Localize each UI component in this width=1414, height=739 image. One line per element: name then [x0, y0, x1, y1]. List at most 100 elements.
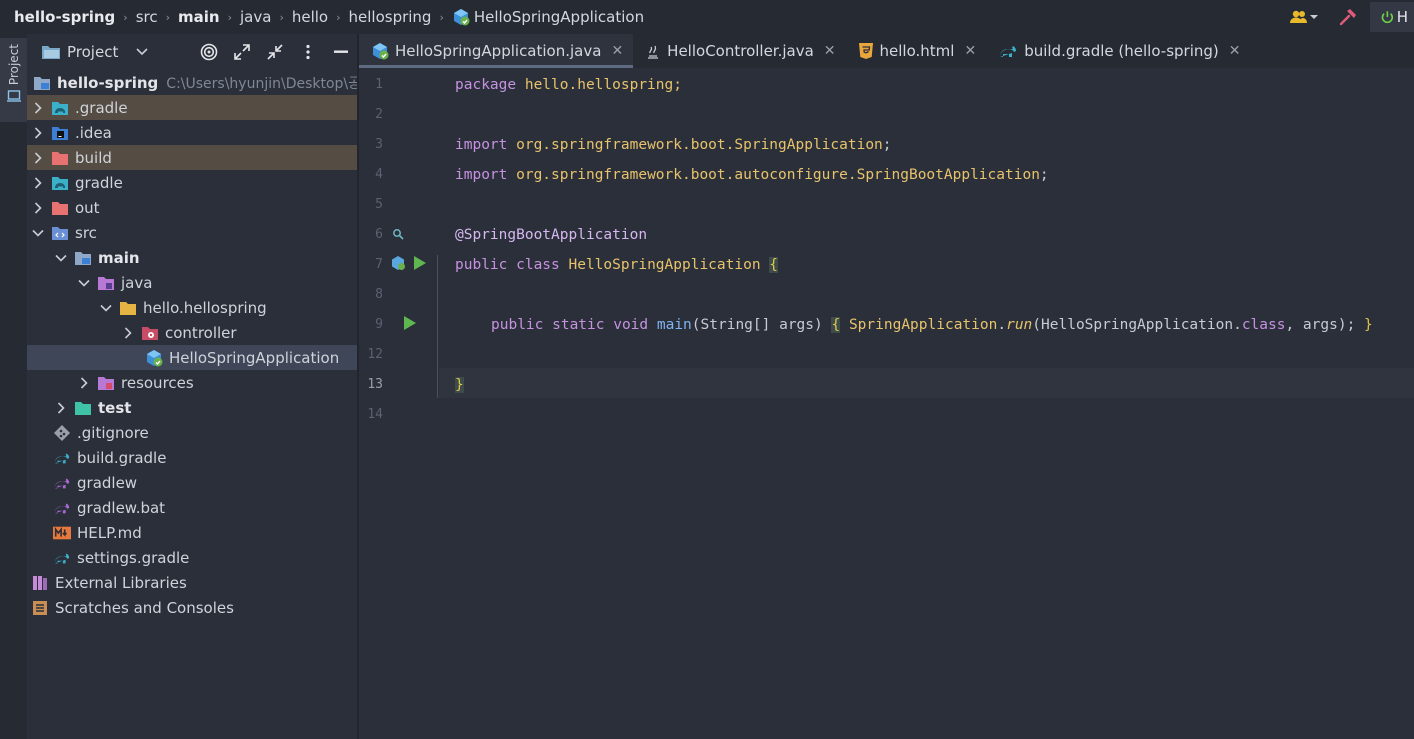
controller-folder-icon — [141, 324, 159, 342]
tree-item-label: HELP.md — [77, 523, 142, 542]
options-button[interactable] — [291, 34, 324, 70]
project-view-title[interactable]: Project — [67, 43, 118, 61]
tree-item-dot-idea[interactable]: .idea — [27, 120, 357, 145]
tab-hello-html[interactable]: hello.html ✕ — [846, 34, 987, 68]
chevron-down-icon[interactable] — [77, 270, 91, 295]
code-line-4: import org.springframework.boot.autoconf… — [455, 167, 1049, 183]
breadcrumb-separator-icon: › — [279, 10, 284, 24]
close-icon[interactable]: ✕ — [824, 43, 836, 59]
tab-build-gradle[interactable]: build.gradle (hello-spring) ✕ — [986, 34, 1250, 68]
idea-folder-icon — [51, 124, 69, 142]
tree-item-gradlew-bat[interactable]: gradlew.bat — [27, 495, 357, 520]
tree-item-label: gradlew.bat — [77, 498, 166, 517]
editor-gutter: 1 2 3 4 5 6 7 8 9 12 13 14 — [359, 68, 437, 739]
chevron-right-icon[interactable] — [121, 320, 135, 345]
tree-item-label: main — [98, 248, 140, 267]
line-number: 4 — [375, 167, 383, 182]
tree-item-external-libraries[interactable]: External Libraries — [27, 570, 357, 595]
run-configuration-selector[interactable]: H — [1370, 2, 1414, 32]
tree-item-build-gradle[interactable]: build.gradle — [27, 445, 357, 470]
tree-item-src[interactable]: src — [27, 220, 357, 245]
collaboration-button[interactable] — [1286, 0, 1326, 34]
resources-folder-icon — [97, 374, 115, 392]
breadcrumb-item-main[interactable]: main — [178, 8, 220, 26]
chevron-down-icon[interactable] — [54, 245, 68, 270]
chevron-right-icon[interactable] — [31, 170, 45, 195]
tab-hellospringapplication[interactable]: HelloSpringApplication.java ✕ — [359, 34, 634, 68]
tab-label: HelloController.java — [667, 42, 814, 60]
tree-item-scratches[interactable]: Scratches and Consoles — [27, 595, 357, 620]
chevron-right-icon[interactable] — [54, 395, 68, 420]
line-number: 1 — [375, 77, 383, 92]
tree-item-help-md[interactable]: HELP.md — [27, 520, 357, 545]
tree-item-gradle[interactable]: gradle — [27, 170, 357, 195]
tree-item-java[interactable]: java — [27, 270, 357, 295]
breadcrumb-item-class[interactable]: HelloSpringApplication — [474, 8, 644, 26]
code-line-9: public static void main(String[] args) {… — [491, 317, 1373, 333]
breadcrumb-separator-icon: › — [439, 10, 444, 24]
breadcrumb-item-project[interactable]: hello-spring — [14, 8, 115, 26]
chevron-right-icon[interactable] — [31, 195, 45, 220]
close-icon[interactable]: ✕ — [1229, 43, 1241, 59]
breadcrumb-item-java[interactable]: java — [240, 8, 271, 26]
tree-item-out[interactable]: out — [27, 195, 357, 220]
git-file-icon — [53, 424, 71, 442]
collapse-icon — [266, 44, 283, 60]
chevron-down-icon[interactable] — [99, 295, 113, 320]
gradle-file-icon — [53, 449, 71, 467]
breadcrumb-item-src[interactable]: src — [136, 8, 158, 26]
tree-item-label: .gitignore — [77, 423, 149, 442]
tree-item-main[interactable]: main — [27, 245, 357, 270]
search-bean-icon[interactable] — [392, 228, 404, 240]
project-tool-window-tab[interactable]: Project — [0, 38, 27, 122]
tab-label: hello.html — [879, 42, 955, 60]
breadcrumb-item-hello[interactable]: hello — [292, 8, 328, 26]
tree-item-controller[interactable]: controller — [27, 320, 357, 345]
tree-item-hello-hellospring[interactable]: hello.hellospring — [27, 295, 357, 320]
tab-label: HelloSpringApplication.java — [395, 42, 602, 60]
run-class-icon[interactable] — [413, 255, 427, 271]
expand-all-button[interactable] — [225, 34, 258, 70]
code-editor[interactable]: 1 2 3 4 5 6 7 8 9 12 13 14 package hello… — [359, 68, 1414, 739]
tree-item-label: resources — [121, 373, 194, 392]
locate-file-button[interactable] — [192, 34, 225, 70]
tree-item-test[interactable]: test — [27, 395, 357, 420]
chevron-right-icon[interactable] — [31, 145, 45, 170]
tree-item-hellospringapplication[interactable]: HelloSpringApplication — [27, 345, 357, 370]
tree-root-item[interactable]: hello-spring C:\Users\hyunjin\Desktop\공 — [27, 70, 361, 95]
project-panel: Project hello-spring C:\Users\hyunjin\De… — [27, 34, 361, 739]
spring-bean-icon[interactable] — [390, 255, 406, 271]
power-icon — [1381, 11, 1394, 24]
collapse-all-button[interactable] — [258, 34, 291, 70]
close-icon[interactable]: ✕ — [964, 43, 976, 59]
tree-item-build[interactable]: build — [27, 145, 357, 170]
close-icon[interactable]: ✕ — [611, 43, 623, 59]
excluded-folder-icon — [51, 199, 69, 217]
tree-item-label: test — [98, 398, 132, 417]
line-number: 5 — [375, 197, 383, 212]
run-main-icon[interactable] — [403, 315, 417, 331]
current-line-highlight — [439, 368, 1414, 398]
chevron-right-icon[interactable] — [31, 95, 45, 120]
tree-item-gradlew[interactable]: gradlew — [27, 470, 357, 495]
tree-item-label: out — [75, 198, 100, 217]
hide-panel-button[interactable] — [324, 34, 357, 70]
tree-item-gitignore[interactable]: .gitignore — [27, 420, 357, 445]
chevron-down-icon[interactable] — [31, 220, 45, 245]
code-line-3: import org.springframework.boot.SpringAp… — [455, 137, 892, 153]
gradle-file-icon — [998, 43, 1018, 59]
build-button[interactable] — [1326, 0, 1370, 34]
editor-tabs: HelloSpringApplication.java ✕ HelloContr… — [359, 34, 1414, 68]
tab-hellocontroller[interactable]: HelloController.java ✕ — [633, 34, 845, 68]
library-icon — [31, 574, 49, 592]
tree-item-label: src — [75, 223, 97, 242]
chevron-right-icon[interactable] — [77, 370, 91, 395]
tree-item-label: build.gradle — [77, 448, 167, 467]
view-dropdown-chevron-icon[interactable] — [136, 48, 148, 56]
tree-item-resources[interactable]: resources — [27, 370, 357, 395]
chevron-right-icon[interactable] — [31, 120, 45, 145]
breadcrumb-item-hellospring[interactable]: hellospring — [349, 8, 432, 26]
tree-item-settings-gradle[interactable]: settings.gradle — [27, 545, 357, 570]
target-icon — [200, 43, 217, 61]
tree-item-dot-gradle[interactable]: .gradle — [27, 95, 357, 120]
